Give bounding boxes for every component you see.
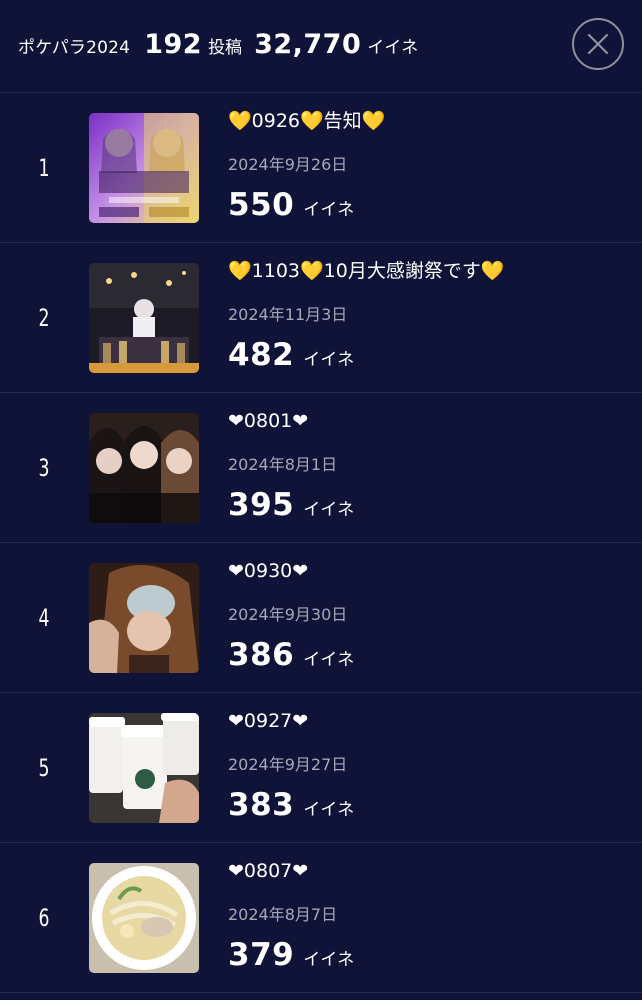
ranking-item[interactable]: 5 ❤0927❤ 2024年9月27日 383 イイネ xyxy=(0,693,642,843)
post-date: 2024年9月26日 xyxy=(228,155,348,174)
close-button[interactable] xyxy=(572,18,624,70)
post-likes: 383 イイネ xyxy=(228,787,632,823)
likes-unit: イイネ xyxy=(303,950,355,970)
ranking-item[interactable]: 4 ❤0930❤ 2024年9月30日 386 イイネ xyxy=(0,543,642,693)
post-info: ❤0807❤ 2024年8月7日 379 イイネ xyxy=(228,857,632,973)
likes-unit: イイネ xyxy=(303,800,355,820)
ranking-item[interactable]: 1 💛0926💛告知💛 2024年9月26日 550 イイネ xyxy=(0,93,642,243)
close-x-icon xyxy=(587,33,609,55)
likes-count: 383 xyxy=(228,787,295,823)
post-date: 2024年9月30日 xyxy=(228,605,348,624)
ramen-bowl-photo[interactable] xyxy=(89,863,199,973)
ranking-item[interactable]: 6 ❤0807❤ 2024年8月7日 379 イイネ xyxy=(0,843,642,993)
likes-count: 550 xyxy=(228,187,295,223)
post-likes: 395 イイネ xyxy=(228,487,632,523)
post-info: 💛0926💛告知💛 2024年9月26日 550 イイネ xyxy=(228,107,632,223)
post-likes: 379 イイネ xyxy=(228,937,632,973)
post-likes: 386 イイネ xyxy=(228,637,632,673)
rank-number: 1 xyxy=(38,153,50,182)
ranking-item[interactable]: 3 ❤0801❤ 2024年8月1日 395 イイネ xyxy=(0,393,642,543)
posts-count: 192 xyxy=(144,28,203,60)
ranking-list: 1 💛0926💛告知💛 2024年9月26日 550 イイネ 2 💛1103💛1… xyxy=(0,92,642,993)
three-girls-selfie-photo[interactable] xyxy=(89,413,199,523)
ranking-item[interactable]: 2 💛1103💛10月大感謝祭です💛 2024年11月3日 482 イイネ xyxy=(0,243,642,393)
likes-unit: イイネ xyxy=(303,350,355,370)
rank-number: 6 xyxy=(38,903,50,932)
selfie-photo[interactable] xyxy=(89,563,199,673)
post-title: 💛0926💛告知💛 xyxy=(228,110,386,132)
post-date: 2024年8月7日 xyxy=(228,905,338,924)
post-title: 💛1103💛10月大感謝祭です💛 xyxy=(228,260,505,282)
post-info: 💛1103💛10月大感謝祭です💛 2024年11月3日 482 イイネ xyxy=(228,257,632,373)
post-info: ❤0801❤ 2024年8月1日 395 イイネ xyxy=(228,407,632,523)
rank-number: 5 xyxy=(38,753,50,782)
champagne-tower-photo[interactable] xyxy=(89,263,199,373)
app-name: ポケパラ2024 xyxy=(18,37,131,58)
post-likes: 550 イイネ xyxy=(228,187,632,223)
likes-total-unit: イイネ xyxy=(367,37,419,58)
post-date: 2024年11月3日 xyxy=(228,305,348,324)
likes-unit: イイネ xyxy=(303,200,355,220)
post-title: ❤0927❤ xyxy=(228,710,309,732)
likes-count: 386 xyxy=(228,637,295,673)
header-stats-row: ポケパラ2024 192 投稿 32,770 イイネ xyxy=(18,29,430,60)
birthday-event-flyer-image[interactable] xyxy=(89,113,199,223)
likes-total: 32,770 xyxy=(254,28,362,60)
rank-number: 3 xyxy=(38,453,50,482)
likes-count: 379 xyxy=(228,937,295,973)
post-info: ❤0927❤ 2024年9月27日 383 イイネ xyxy=(228,707,632,823)
rank-number: 2 xyxy=(38,303,50,332)
post-title: ❤0807❤ xyxy=(228,860,309,882)
post-title: ❤0801❤ xyxy=(228,410,309,432)
likes-count: 395 xyxy=(228,487,295,523)
post-date: 2024年8月1日 xyxy=(228,455,338,474)
likes-unit: イイネ xyxy=(303,650,355,670)
likes-unit: イイネ xyxy=(303,500,355,520)
post-info: ❤0930❤ 2024年9月30日 386 イイネ xyxy=(228,557,632,673)
rank-number: 4 xyxy=(38,603,50,632)
stats-header: ポケパラ2024 192 投稿 32,770 イイネ xyxy=(0,0,642,92)
post-date: 2024年9月27日 xyxy=(228,755,348,774)
coffee-cups-photo[interactable] xyxy=(89,713,199,823)
post-likes: 482 イイネ xyxy=(228,337,632,373)
likes-count: 482 xyxy=(228,337,295,373)
posts-unit: 投稿 xyxy=(208,37,243,58)
post-title: ❤0930❤ xyxy=(228,560,309,582)
